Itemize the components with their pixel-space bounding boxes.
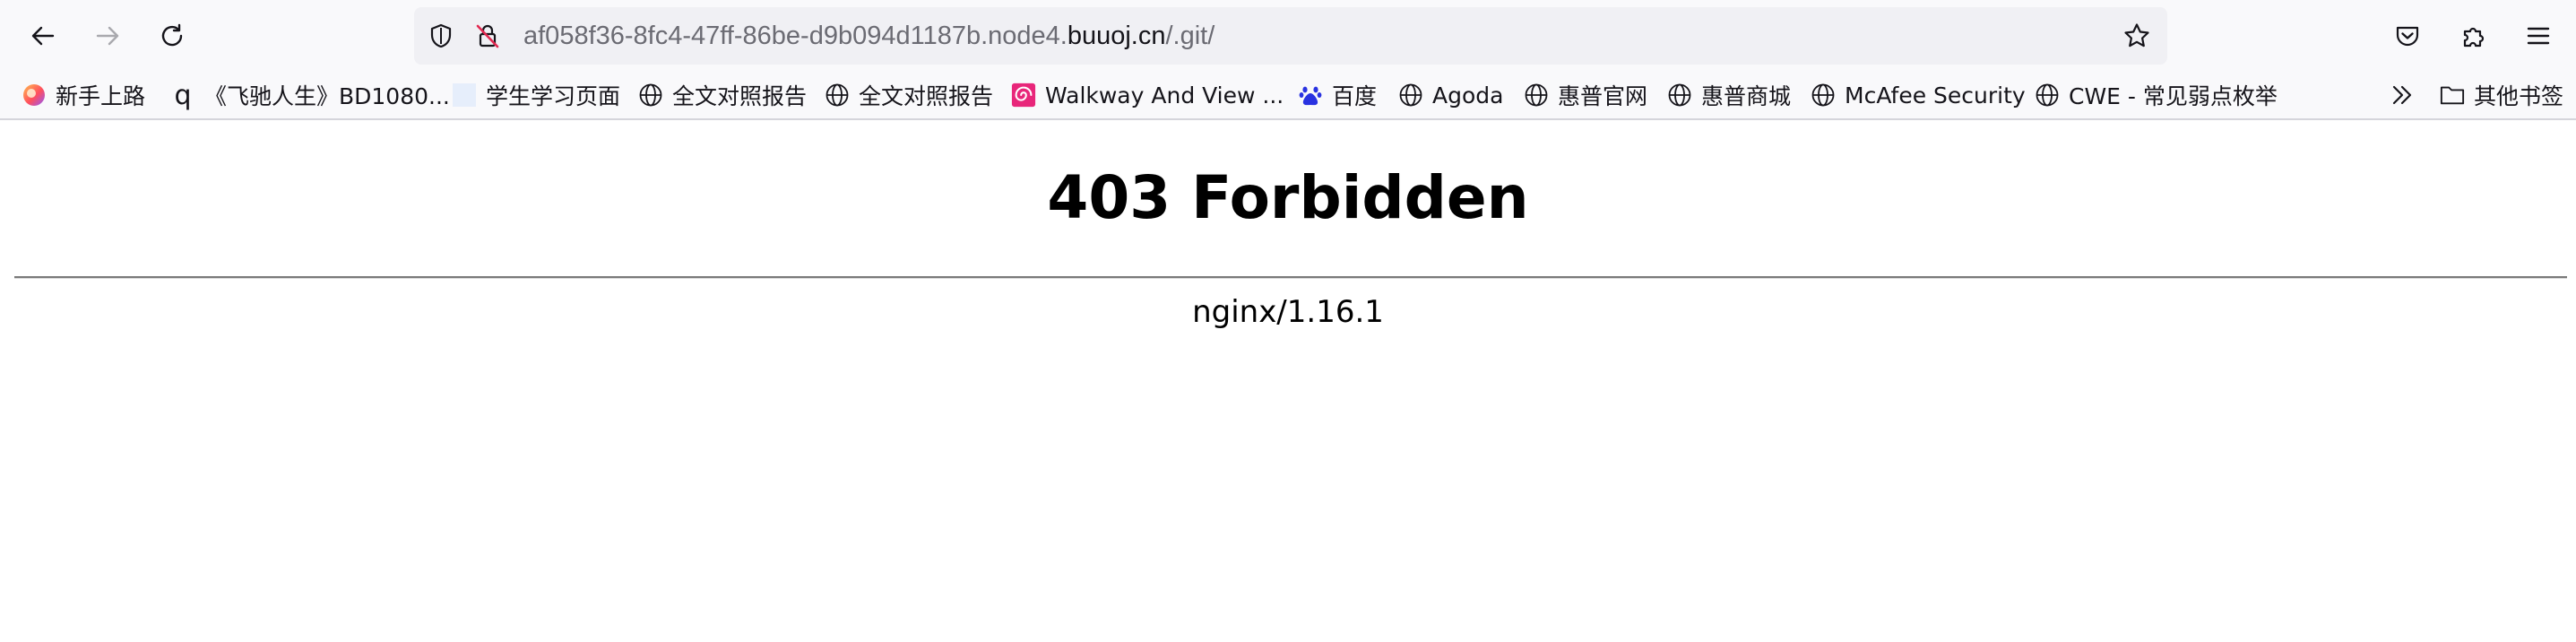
globe-icon [825, 82, 850, 108]
page-title: 403 Forbidden [1047, 163, 1529, 232]
bookmark-label: 全文对照报告 [859, 83, 994, 109]
bookmark-item[interactable]: 惠普商城 [1667, 72, 1791, 118]
globe-icon [2035, 82, 2060, 108]
bookmark-item[interactable]: 新手上路 [22, 72, 145, 118]
navigation-toolbar: af058f36-8fc4-47ff-86be-d9b094d1187b.nod… [0, 0, 2576, 72]
bookmark-label: 惠普商城 [1701, 83, 1792, 109]
bookmark-item[interactable]: 全文对照报告 [638, 72, 807, 118]
bookmark-label: 全文对照报告 [672, 83, 808, 109]
firefox-icon [22, 82, 47, 108]
blank-page-icon [452, 82, 477, 108]
globe-icon [638, 82, 663, 108]
bookmark-item[interactable]: Agoda [1398, 72, 1503, 118]
bookmark-label: 《飞驰人生》BD1080... [204, 83, 450, 109]
bookmark-item[interactable]: 百度 [1298, 72, 1377, 118]
back-button[interactable] [22, 14, 65, 57]
bookmark-item[interactable]: 惠普官网 [1524, 72, 1647, 118]
url-subdomain: af058f36-8fc4-47ff-86be-d9b094d1187b.nod… [523, 22, 1068, 50]
baidu-paw-icon [1298, 82, 1323, 108]
address-bar[interactable]: af058f36-8fc4-47ff-86be-d9b094d1187b.nod… [414, 7, 2167, 65]
url-host: buuoj.cn [1067, 22, 1166, 50]
bookmark-label: Walkway And View ... [1045, 82, 1284, 108]
bookmarks-overflow-button[interactable] [2386, 79, 2418, 111]
pocket-button[interactable] [2390, 18, 2425, 54]
page-content: 403 Forbidden nginx/1.16.1 [0, 122, 2576, 642]
bookmark-item[interactable]: CWE - 常见弱点枚举 [2035, 72, 2278, 118]
forward-button[interactable] [86, 14, 129, 57]
pocket-icon [2396, 26, 2419, 47]
spiral-logo-icon [1011, 82, 1036, 108]
bookmark-item[interactable]: Walkway And View ... [1011, 72, 1284, 118]
bookmark-item[interactable]: McAfee Security [1811, 72, 2026, 118]
folder-icon [2440, 82, 2465, 108]
bookmark-label: CWE - 常见弱点枚举 [2069, 83, 2278, 109]
arrow-left-icon [31, 26, 55, 46]
url-path: /.git/ [1165, 22, 1215, 50]
bookmark-label: 新手上路 [56, 83, 146, 109]
url-text[interactable]: af058f36-8fc4-47ff-86be-d9b094d1187b.nod… [523, 7, 1215, 65]
other-bookmarks-folder[interactable]: 其他书签 [2440, 72, 2563, 118]
server-signature: nginx/1.16.1 [1192, 294, 1384, 330]
reload-button[interactable] [151, 14, 194, 57]
bookmark-label: 学生学习页面 [486, 83, 621, 109]
bookmark-label: McAfee Security [1845, 82, 2026, 108]
bookmark-label: 惠普官网 [1558, 83, 1648, 109]
globe-icon [1524, 82, 1549, 108]
tracking-protection-shield-icon[interactable] [427, 22, 455, 50]
horizontal-rule [14, 276, 2567, 279]
app-menu-button[interactable] [2520, 18, 2556, 54]
bookmarks-toolbar: 新手上路 q 《飞驰人生》BD1080... 学生学习页面 全文对照报告 全文对… [0, 72, 2576, 120]
globe-icon [1667, 82, 1692, 108]
bookmark-item[interactable]: q 《飞驰人生》BD1080... [170, 72, 450, 118]
double-chevron-right-icon [2392, 85, 2412, 105]
arrow-right-icon [96, 26, 119, 46]
globe-icon [1811, 82, 1836, 108]
extensions-button[interactable] [2456, 18, 2492, 54]
bookmark-item[interactable]: 学生学习页面 [452, 72, 620, 118]
bookmark-label: 百度 [1332, 83, 1378, 109]
other-bookmarks-label: 其他书签 [2474, 83, 2564, 109]
q-letter-icon: q [174, 79, 192, 111]
bookmark-label: Agoda [1432, 82, 1504, 108]
reload-icon [161, 23, 183, 47]
bookmark-star-icon[interactable] [2122, 22, 2151, 50]
insecure-lock-icon[interactable] [473, 22, 502, 50]
hamburger-menu-icon [2527, 27, 2550, 45]
bookmark-item[interactable]: 全文对照报告 [825, 72, 993, 118]
puzzle-piece-icon [2463, 27, 2485, 48]
globe-icon [1398, 82, 1423, 108]
